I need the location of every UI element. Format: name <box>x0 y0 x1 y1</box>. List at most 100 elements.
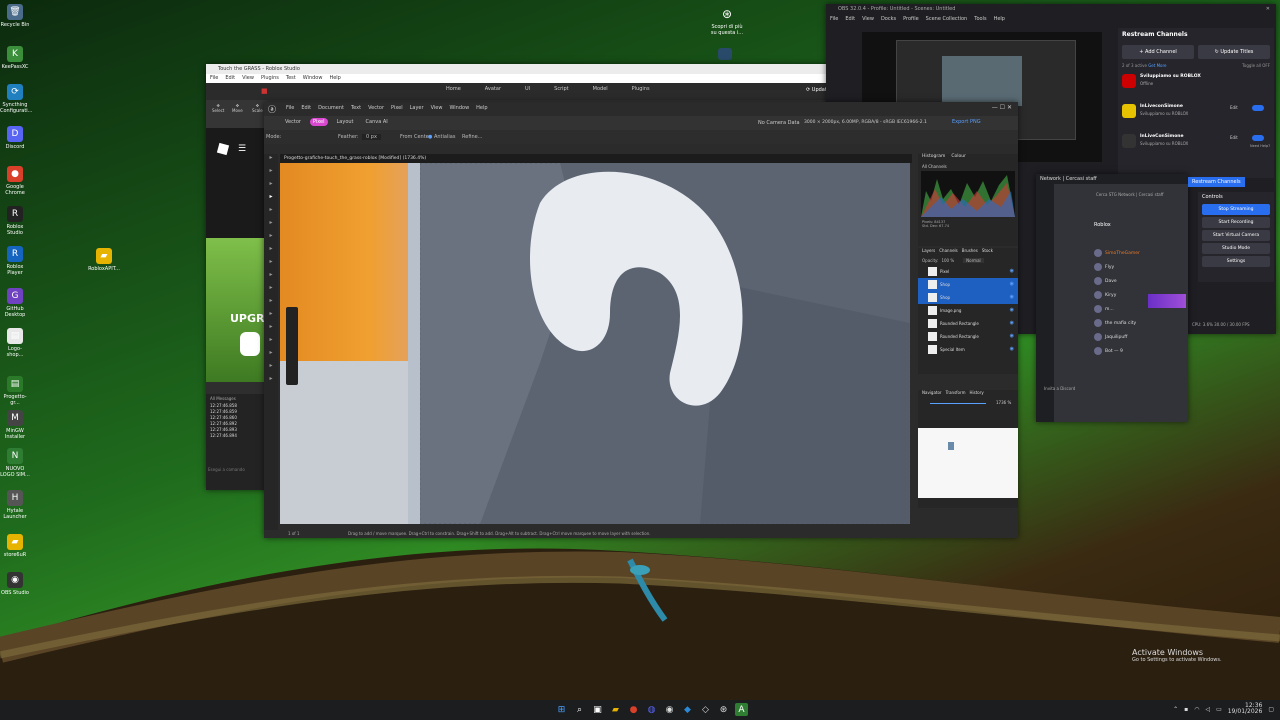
menu-item[interactable]: Edit <box>225 75 235 81</box>
zoom-value[interactable]: 1736 % <box>996 400 1011 405</box>
tool-button[interactable]: ✥ Scale <box>252 103 263 113</box>
tool-icon[interactable]: ▸ <box>264 219 278 232</box>
channel-select[interactable]: All Channels <box>918 162 1018 171</box>
tool-icon[interactable]: ▸ <box>264 323 278 336</box>
edit-button[interactable]: Edit <box>1230 105 1238 110</box>
member-item[interactable]: Dave <box>1094 274 1184 288</box>
menu-item[interactable]: Edit <box>845 16 855 22</box>
tray-app-icon[interactable]: ▪ <box>1184 706 1188 713</box>
chevron-up-icon[interactable]: ⌃ <box>1173 706 1178 713</box>
desktop-icon[interactable]: H Hytale Launcher <box>0 490 30 520</box>
tool-icon[interactable]: ▸ <box>264 310 278 323</box>
menu-item[interactable]: Vector <box>368 105 384 111</box>
panel-tab[interactable]: Navigator <box>922 390 942 398</box>
edit-button[interactable]: Edit <box>1230 135 1238 140</box>
tool-icon[interactable]: ▸ <box>264 362 278 375</box>
desktop-icon[interactable]: R Roblox Studio <box>0 206 30 236</box>
steam-shortcut[interactable]: ⊛ Scopri di più su questa i... <box>708 6 746 36</box>
zoom-slider[interactable]: 1736 % <box>918 398 1018 408</box>
task-view-icon[interactable]: ▣ <box>591 703 604 716</box>
menu-item[interactable]: Plugins <box>261 75 279 81</box>
steam-app-icon[interactable] <box>718 48 732 60</box>
upgrade-button[interactable] <box>240 332 260 356</box>
menu-item[interactable]: Profile <box>903 16 919 22</box>
desktop-icon[interactable]: R Roblox Player <box>0 246 30 276</box>
steam-taskbar-icon[interactable]: ⊛ <box>717 703 730 716</box>
panel-tab[interactable]: Colour <box>951 154 966 162</box>
tool-icon[interactable]: ▸ <box>264 336 278 349</box>
control-button[interactable]: Settings <box>1202 256 1270 267</box>
opacity-value[interactable]: 100 % <box>941 258 954 263</box>
vscode-icon[interactable]: ◆ <box>681 703 694 716</box>
persona-button[interactable]: Vector <box>282 118 304 126</box>
tool-icon[interactable]: ▸ <box>264 349 278 362</box>
panel-tab[interactable]: Layers <box>922 248 935 256</box>
desktop-icon[interactable]: N NUOVO LOGO SIM... <box>0 448 30 478</box>
panel-tab[interactable]: Channels <box>939 248 958 256</box>
chrome-icon[interactable]: ● <box>627 703 640 716</box>
desktop-icon[interactable]: ⟳ Syncthing Configurati... <box>0 84 32 114</box>
tool-icon[interactable]: ▸ <box>264 258 278 271</box>
layer-row[interactable]: Special Item ◉ <box>918 343 1018 356</box>
persona-button[interactable]: Pixel <box>309 118 328 126</box>
desktop-icon[interactable]: M MinGW Installer <box>0 410 30 440</box>
tool-icon[interactable]: ▸ <box>264 180 278 193</box>
ribbon-tab[interactable]: UI <box>525 86 530 92</box>
tool-icon[interactable]: ▸ <box>264 297 278 310</box>
obs-icon[interactable]: ◉ <box>663 703 676 716</box>
play-button[interactable]: ■ <box>261 87 268 95</box>
desktop-folder[interactable]: ▰ RobloxAPIT... <box>86 248 122 272</box>
desktop-icon[interactable]: D Discord <box>0 126 30 150</box>
discord-search[interactable]: Cerca STG Network | Cercasi staff <box>1096 192 1163 197</box>
menu-item[interactable]: File <box>286 105 294 111</box>
tool-icon[interactable]: ▸ <box>264 245 278 258</box>
restream-chat-tab[interactable]: Restream Channels <box>1188 177 1245 187</box>
visibility-icon[interactable]: ◉ <box>1010 281 1014 287</box>
discord-icon[interactable]: ◍ <box>645 703 658 716</box>
layer-row[interactable]: Shop ◉ <box>918 278 1018 291</box>
panel-tab[interactable]: Brushes <box>962 248 978 256</box>
channel-toggle[interactable] <box>1252 135 1264 141</box>
menu-item[interactable]: Help <box>476 105 487 111</box>
control-button[interactable]: Studio Mode <box>1202 243 1270 254</box>
desktop-icon[interactable]: ▰ store6uR <box>0 534 30 558</box>
tool-icon[interactable]: ▸ <box>264 375 278 388</box>
menu-item[interactable]: View <box>862 16 874 22</box>
add-channel-button[interactable]: + Add Channel <box>1122 45 1194 59</box>
roblox-icon[interactable]: ◇ <box>699 703 712 716</box>
menu-item[interactable]: Edit <box>301 105 311 111</box>
panel-tab[interactable]: History <box>969 390 983 398</box>
panel-tab[interactable]: Histogram <box>922 154 945 162</box>
tool-icon[interactable]: ▸ <box>264 271 278 284</box>
invite-link[interactable]: Invita a Discord <box>1044 386 1075 391</box>
tool-icon[interactable]: ▸ <box>264 193 278 206</box>
battery-icon[interactable]: ▭ <box>1216 706 1222 713</box>
channel-toggle[interactable] <box>1252 105 1264 111</box>
desktop-icon[interactable]: ◉ OBS Studio <box>0 572 30 596</box>
refine-button[interactable]: Refine... <box>462 134 483 140</box>
desktop-icon[interactable]: G GitHub Desktop <box>0 288 30 318</box>
layer-row[interactable]: Image.png ◉ <box>918 304 1018 317</box>
panel-tab[interactable]: Stock <box>982 248 993 256</box>
menu-item[interactable]: Window <box>449 105 469 111</box>
menu-item[interactable]: Window <box>303 75 323 81</box>
tool-icon[interactable]: ▸ <box>264 206 278 219</box>
control-button[interactable]: Start Recording <box>1202 217 1270 228</box>
desktop-icon[interactable]: ▤ Logo-shop... <box>0 328 30 358</box>
menu-item[interactable]: Pixel <box>391 105 403 111</box>
visibility-icon[interactable]: ◉ <box>1010 320 1014 326</box>
start-icon[interactable]: ⊞ <box>555 703 568 716</box>
menu-item[interactable]: View <box>242 75 254 81</box>
panel-tab[interactable]: Transform <box>946 390 966 398</box>
desktop-icon[interactable]: 🗑 Recycle Bin <box>0 4 30 28</box>
update-titles-button[interactable]: ↻ Update Titles <box>1198 45 1270 59</box>
tool-icon[interactable]: ▸ <box>264 232 278 245</box>
menu-item[interactable]: Tools <box>974 16 986 22</box>
persona-button[interactable]: Canva AI <box>363 118 391 126</box>
tool-icon[interactable]: ▸ <box>264 154 278 167</box>
ribbon-tab[interactable]: Script <box>554 86 569 92</box>
wifi-icon[interactable]: ◠ <box>1194 706 1199 713</box>
desktop-icon[interactable]: K KeePassXC <box>0 46 30 70</box>
control-button[interactable]: Stop Streaming <box>1202 204 1270 215</box>
affinity-icon[interactable]: A <box>735 703 748 716</box>
